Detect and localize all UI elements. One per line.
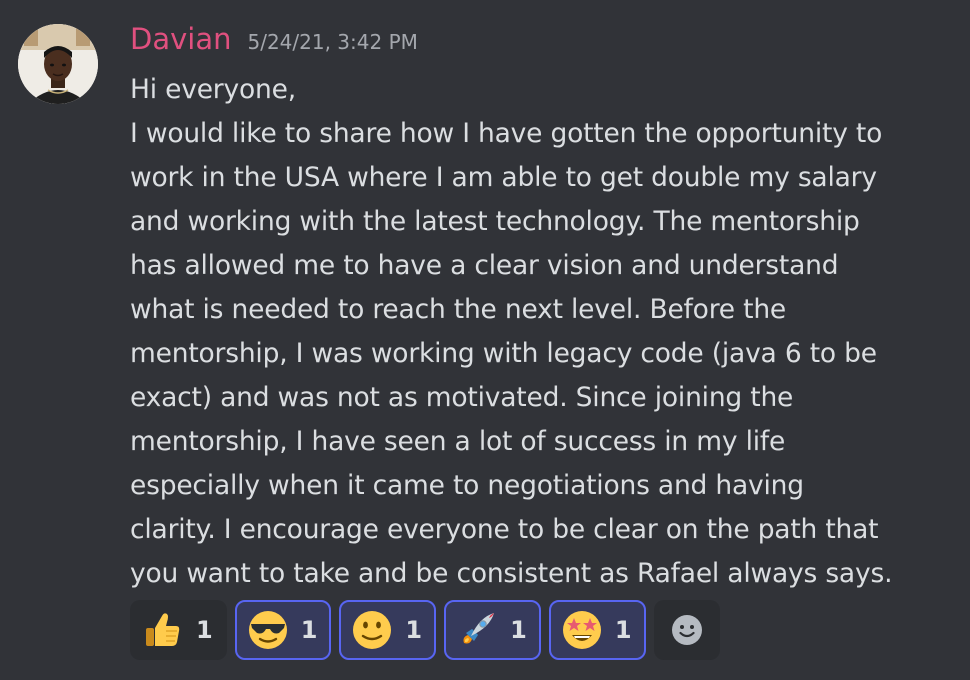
username[interactable]: Davian xyxy=(130,22,231,56)
add-reaction-icon xyxy=(671,615,702,645)
avatar[interactable] xyxy=(18,24,98,104)
thumbs-up-icon xyxy=(146,613,180,646)
star-struck-face-icon xyxy=(562,611,601,649)
rocket-icon xyxy=(463,613,495,644)
reaction-sunglasses[interactable]: 1 xyxy=(234,600,332,660)
reaction-count: 1 xyxy=(405,616,423,644)
reaction-count: 1 xyxy=(510,616,527,644)
chat-message: Davian 5/24/21, 3:42 PM Hi everyone, I w… xyxy=(0,0,970,680)
message-line: what is needed to reach the next level. … xyxy=(130,294,787,325)
message-line: clarity. I encourage everyone to be clea… xyxy=(130,514,879,545)
reaction-thumbs-up[interactable]: 1 xyxy=(130,600,227,660)
reaction-count: 1 xyxy=(300,616,318,644)
message-line: especially when it came to negotiations … xyxy=(130,470,804,501)
reaction-star-struck[interactable]: 1 xyxy=(548,600,646,660)
message-line: mentorship, I was working with legacy co… xyxy=(130,338,877,369)
message-line: I would like to share how I have gotten … xyxy=(130,118,883,149)
reaction-count: 1 xyxy=(614,616,632,644)
sunglasses-face-icon xyxy=(248,611,287,649)
message-header: Davian 5/24/21, 3:42 PM xyxy=(130,22,418,62)
message-line: Hi everyone, xyxy=(130,74,296,105)
message-content: Hi everyone, I would like to share how I… xyxy=(130,68,930,596)
message-line: and working with the latest technology. … xyxy=(130,206,860,237)
add-reaction-button[interactable] xyxy=(653,600,720,660)
reaction-rocket[interactable]: 1 xyxy=(444,600,541,660)
message-line: work in the USA where I am able to get d… xyxy=(130,162,877,193)
message-line: exact) and was not as motivated. Since j… xyxy=(130,382,794,413)
message-line: you want to take and be consistent as Ra… xyxy=(130,558,893,589)
slightly-smiling-face-icon xyxy=(353,611,392,649)
message-line: mentorship, I have seen a lot of success… xyxy=(130,426,786,457)
reactions-bar: 1 1 1 1 1 xyxy=(130,600,720,660)
message-line: has allowed me to have a clear vision an… xyxy=(130,250,839,281)
timestamp[interactable]: 5/24/21, 3:42 PM xyxy=(247,30,417,54)
reaction-slightly-smiling[interactable]: 1 xyxy=(339,600,437,660)
reaction-count: 1 xyxy=(196,616,213,644)
